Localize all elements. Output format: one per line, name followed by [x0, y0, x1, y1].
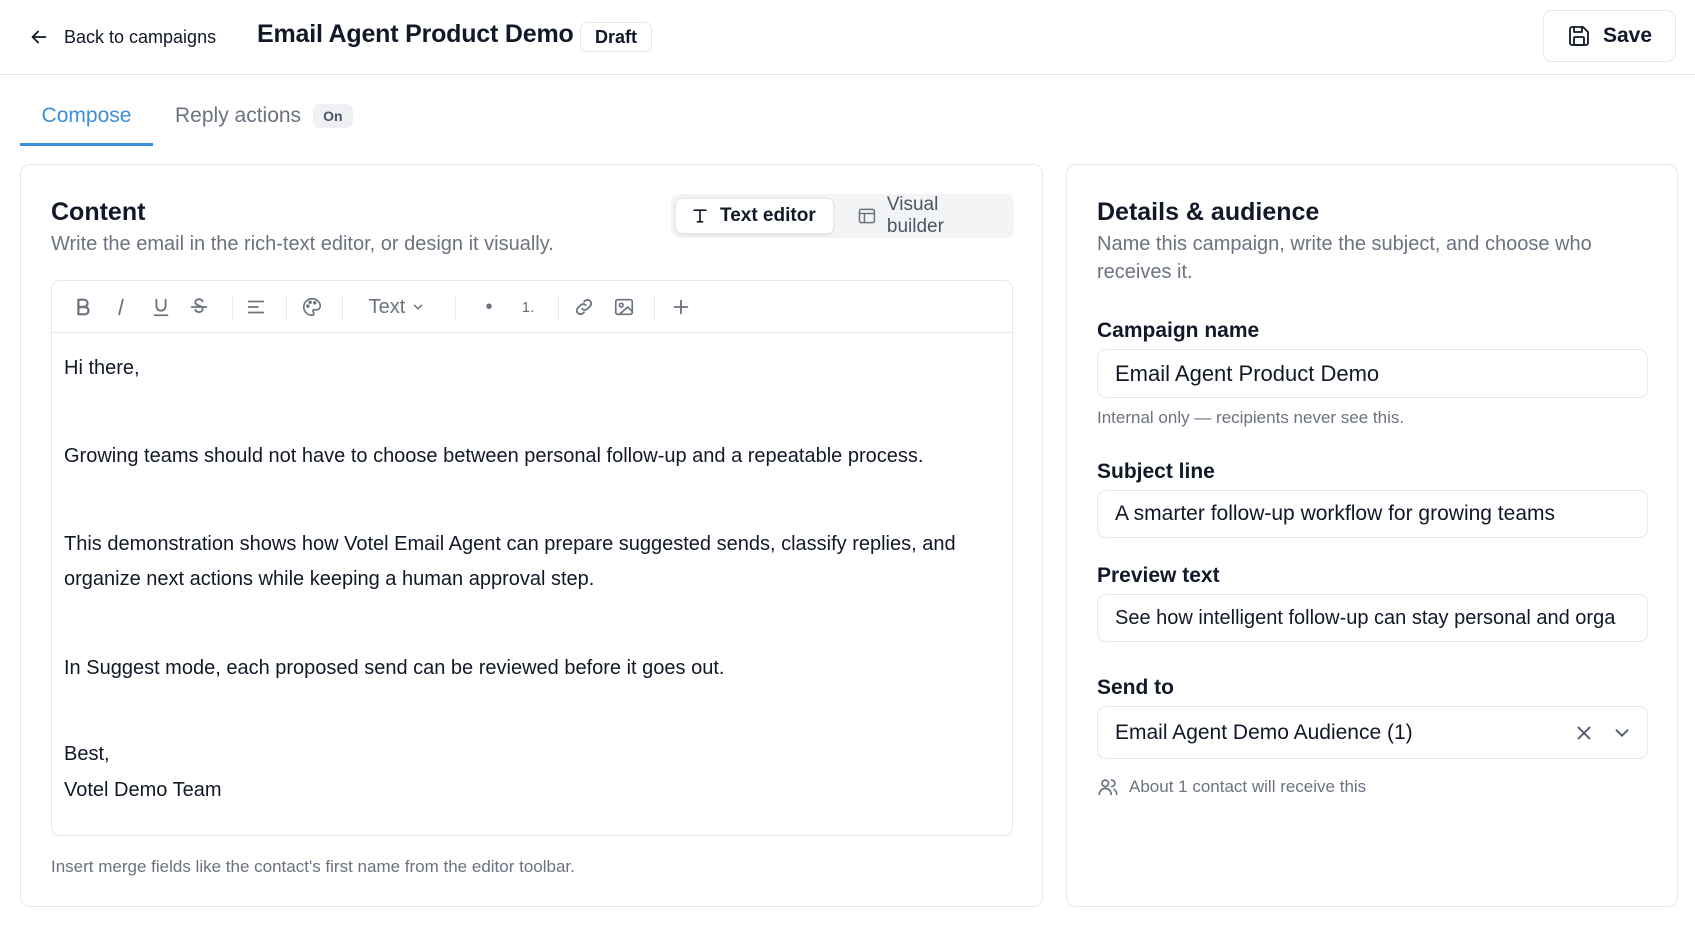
image-icon — [614, 298, 634, 316]
text-editor-label: Text editor — [720, 205, 816, 226]
details-title: Details & audience — [1097, 198, 1320, 226]
palette-icon — [303, 297, 322, 317]
text-style-label: Text — [368, 295, 406, 318]
color-button[interactable] — [297, 293, 327, 321]
audience-count-hint: About 1 contact will receive this — [1097, 776, 1366, 798]
users-icon — [1098, 779, 1118, 796]
top-bar: Back to campaigns Email Agent Product De… — [0, 0, 1695, 75]
campaign-name-input[interactable] — [1097, 349, 1648, 398]
preview-text-input[interactable] — [1097, 594, 1648, 642]
save-button[interactable]: Save — [1543, 10, 1676, 62]
clear-audience-button[interactable] — [1573, 722, 1595, 744]
italic-button[interactable] — [106, 293, 136, 321]
save-button-label: Save — [1602, 24, 1653, 47]
chevron-down-icon — [1615, 728, 1629, 737]
bold-button[interactable] — [68, 293, 98, 321]
subject-line-input[interactable] — [1097, 490, 1648, 538]
editor-toolbar: Text • 1. — [52, 281, 1012, 333]
page-title: Email Agent Product Demo — [257, 20, 574, 48]
toolbar-divider — [455, 295, 456, 319]
audience-select[interactable]: Email Agent Demo Audience (1) — [1097, 706, 1648, 759]
audience-count-text: About 1 contact will receive this — [1129, 777, 1367, 796]
content-card: Content Write the email in the rich-text… — [20, 164, 1043, 907]
align-left-icon — [247, 300, 265, 314]
email-paragraph: This demonstration shows how Votel Email… — [64, 533, 956, 590]
details-subtitle: Name this campaign, write the subject, a… — [1097, 233, 1592, 283]
visual-builder-label: Visual builder — [886, 194, 944, 237]
preview-text-label: Preview text — [1097, 564, 1220, 587]
save-icon — [1569, 26, 1589, 46]
link-icon — [575, 298, 593, 316]
tab-compose[interactable]: Compose — [20, 100, 153, 146]
text-style-dropdown[interactable]: Text — [362, 293, 432, 321]
text-type-icon — [693, 209, 707, 223]
arrow-left-icon — [31, 30, 47, 44]
rich-text-editor[interactable]: Text • 1. Hi there, Growing teams should… — [51, 280, 1013, 836]
toolbar-divider — [342, 295, 343, 319]
underline-icon — [153, 298, 169, 317]
campaign-name-hint: Internal only — recipients never see thi… — [1097, 408, 1405, 427]
email-signoff: Best, — [64, 743, 110, 765]
align-button[interactable] — [241, 293, 271, 321]
tab-reply-actions[interactable]: Reply actions On — [175, 100, 353, 146]
audience-select-controls — [1573, 707, 1633, 758]
text-editor-button[interactable]: Text editor — [675, 198, 834, 234]
chevron-down-icon — [414, 304, 423, 310]
status-badge: Draft — [580, 22, 653, 52]
layout-grid-icon — [858, 208, 876, 224]
italic-icon — [118, 298, 124, 316]
merge-fields-hint: Insert merge fields like the contact's f… — [51, 857, 575, 876]
content-subtitle: Write the email in the rich-text editor,… — [51, 233, 554, 255]
close-icon — [1577, 726, 1591, 739]
back-to-campaigns-link[interactable]: Back to campaigns — [28, 22, 216, 52]
audience-select-value: Email Agent Demo Audience (1) — [1115, 720, 1413, 744]
open-audience-dropdown-button[interactable] — [1611, 722, 1633, 744]
numbered-list-button[interactable]: 1. — [513, 293, 543, 321]
toolbar-divider — [286, 295, 287, 319]
visual-builder-button[interactable]: Visual builder — [843, 194, 1014, 237]
subject-line-label: Subject line — [1097, 460, 1215, 483]
strikethrough-button[interactable] — [184, 293, 214, 321]
campaign-name-label: Campaign name — [1097, 319, 1260, 342]
email-paragraph: Growing teams should not have to choose … — [64, 445, 924, 467]
plus-icon — [673, 299, 689, 315]
back-link-label: Back to campaigns — [64, 26, 217, 47]
details-card: Details & audience Name this campaign, w… — [1066, 164, 1678, 907]
insert-button[interactable] — [666, 293, 696, 321]
reply-actions-status-badge: On — [313, 104, 353, 128]
bullet-list-button[interactable]: • — [474, 293, 504, 321]
toolbar-divider — [654, 295, 655, 319]
tab-compose-label: Compose — [41, 104, 132, 127]
link-button[interactable] — [569, 293, 599, 321]
content-title: Content — [51, 198, 146, 226]
tab-reply-actions-label: Reply actions — [175, 104, 302, 127]
bold-icon — [77, 298, 90, 316]
strikethrough-icon — [190, 298, 208, 313]
send-to-label: Send to — [1097, 676, 1174, 699]
image-button[interactable] — [609, 293, 639, 321]
editor-mode-toggle: Text editor Visual builder — [671, 194, 1014, 238]
email-paragraph: In Suggest mode, each proposed send can … — [64, 657, 725, 679]
underline-button[interactable] — [146, 293, 176, 321]
email-greeting: Hi there, — [64, 357, 140, 379]
email-signature: Votel Demo Team — [64, 779, 222, 801]
toolbar-divider — [558, 295, 559, 319]
toolbar-divider — [232, 295, 233, 319]
